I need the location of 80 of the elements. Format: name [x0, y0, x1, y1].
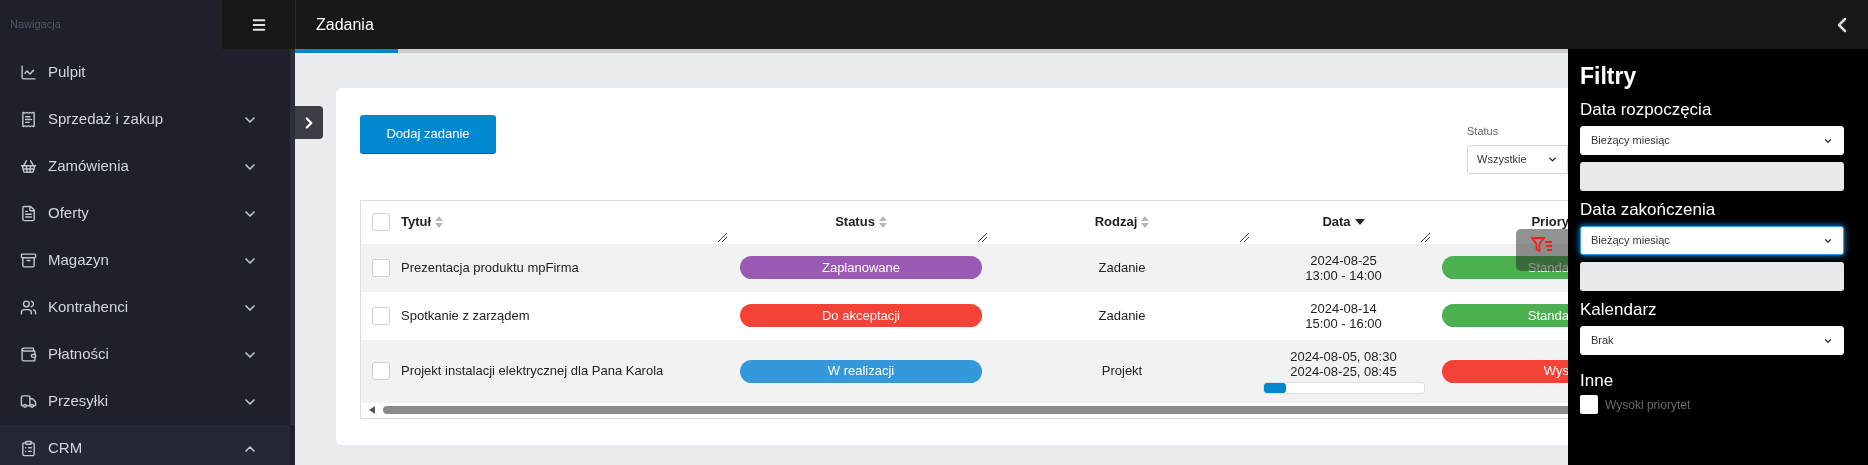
priority-badge: Wys: [1442, 359, 1568, 383]
column-header[interactable]: Data: [1322, 212, 1365, 232]
chart-icon: [20, 64, 37, 81]
column-header[interactable]: Rodzaj: [1094, 212, 1150, 232]
sidebar-label: Przesyłki: [48, 391, 109, 412]
sidebar-item[interactable]: Pulpit: [0, 49, 290, 96]
sidebar-item[interactable]: Zamówienia: [0, 143, 290, 190]
users-icon: [20, 299, 37, 316]
menu-icon: [250, 16, 267, 33]
menu-button[interactable]: [222, 0, 295, 49]
page-title: Zadania: [316, 14, 375, 35]
checkbox[interactable]: [1580, 395, 1598, 414]
filter-label: Inne: [1580, 370, 1615, 392]
date-text: 2024-08-05, 08:30: [1290, 348, 1397, 364]
sidebar-label: Płatności: [48, 344, 110, 365]
wallet-icon: [20, 346, 37, 363]
filter-select[interactable]: Bieżący miesiąc: [1580, 126, 1844, 155]
sidebar-label: CRM: [48, 438, 84, 459]
filter-label: Data rozpoczęcia: [1580, 99, 1713, 121]
table-cell-text: Spotkanie z zarządem: [401, 306, 530, 325]
filter-title: Filtry: [1580, 62, 1638, 91]
sidebar-title: Nawigacja: [9, 17, 62, 33]
status-badge: Zaplanowane: [740, 256, 982, 279]
checkbox-label: Wysoki priorytet: [1605, 396, 1691, 414]
date-text: 2024-08-14: [1310, 300, 1377, 316]
checkbox[interactable]: [372, 362, 390, 380]
sidebar-item[interactable]: Magazyn: [0, 237, 290, 284]
add-task-button[interactable]: Dodaj zadanie: [360, 115, 496, 153]
filter-icon: [1531, 237, 1553, 253]
filter-select[interactable]: Bieżący miesiąc: [1580, 226, 1844, 255]
sidebar-item[interactable]: Sprzedaż i zakup: [0, 96, 290, 143]
resize-handle-icon[interactable]: [978, 232, 987, 242]
checkbox[interactable]: [372, 306, 390, 325]
sidebar-toggle-button[interactable]: [295, 106, 323, 139]
sidebar-label: Oferty: [48, 203, 90, 224]
resize-handle-icon[interactable]: [718, 232, 727, 242]
column-header[interactable]: Tytuł: [401, 212, 444, 232]
table-cell-text: Zadanie: [1098, 306, 1146, 325]
filter-select[interactable]: Brak: [1580, 326, 1844, 355]
date-text: 13:00 - 14:00: [1305, 267, 1382, 283]
truck-icon: [20, 393, 37, 410]
table-cell-text: Projekt instalacji elektrycznej dla Pana Karola: [401, 362, 664, 381]
filter-toggle-button[interactable]: [1516, 229, 1568, 271]
sidebar-label: Zamówienia: [48, 156, 130, 177]
date-range-field[interactable]: [1580, 262, 1844, 291]
table-cell-text: Prezentacja produktu mpFirma: [401, 258, 579, 277]
table-cell-text: Zadanie: [1098, 258, 1146, 277]
checkbox[interactable]: [372, 213, 390, 231]
filter-label: Data zakończenia: [1580, 199, 1717, 221]
sidebar-item[interactable]: Płatności: [0, 331, 290, 378]
status-filter-label: Status: [1467, 124, 1500, 139]
checkbox[interactable]: [372, 258, 390, 277]
sidebar-item[interactable]: Przesyłki: [0, 378, 290, 425]
sidebar-label: Kontrahenci: [48, 297, 130, 318]
table-row[interactable]: Projekt instalacji elektrycznej dla Pana Karola W realizacji Projekt 2024-08-05, 08:30 2024-08-25, 08:45 Wys: [361, 339, 1568, 403]
scroll-left-icon[interactable]: [369, 406, 375, 414]
date-range-field[interactable]: [1580, 162, 1844, 191]
resize-handle-icon[interactable]: [1240, 232, 1249, 242]
status-select[interactable]: Wszystkie: [1467, 144, 1568, 174]
sidebar-label: Sprzedaż i zakup: [48, 109, 165, 130]
status-badge: W realizacji: [740, 359, 982, 383]
receipt-icon: [20, 111, 37, 128]
sidebar-label: Pulpit: [48, 62, 87, 83]
clipboard-icon: [20, 440, 37, 457]
status-badge: Do akceptacji: [740, 304, 982, 327]
date-text: 15:00 - 16:00: [1305, 315, 1382, 331]
sidebar-label: Magazyn: [48, 250, 110, 271]
archive-icon: [20, 252, 37, 269]
sidebar-item[interactable]: Oferty: [0, 190, 290, 237]
sidebar-item[interactable]: Kontrahenci: [0, 284, 290, 331]
basket-icon: [20, 158, 37, 175]
column-header[interactable]: Status: [835, 212, 887, 232]
document-icon: [20, 205, 37, 222]
date-text: 2024-08-25, 08:45: [1290, 363, 1397, 379]
resize-handle-icon[interactable]: [1421, 232, 1430, 242]
sidebar-scrollbar[interactable]: [290, 49, 295, 425]
sidebar-item[interactable]: CRM: [0, 425, 290, 465]
table-cell-text: Projekt: [1101, 362, 1143, 381]
filter-label: Kalendarz: [1580, 299, 1658, 321]
date-text: 2024-08-25: [1310, 252, 1377, 268]
